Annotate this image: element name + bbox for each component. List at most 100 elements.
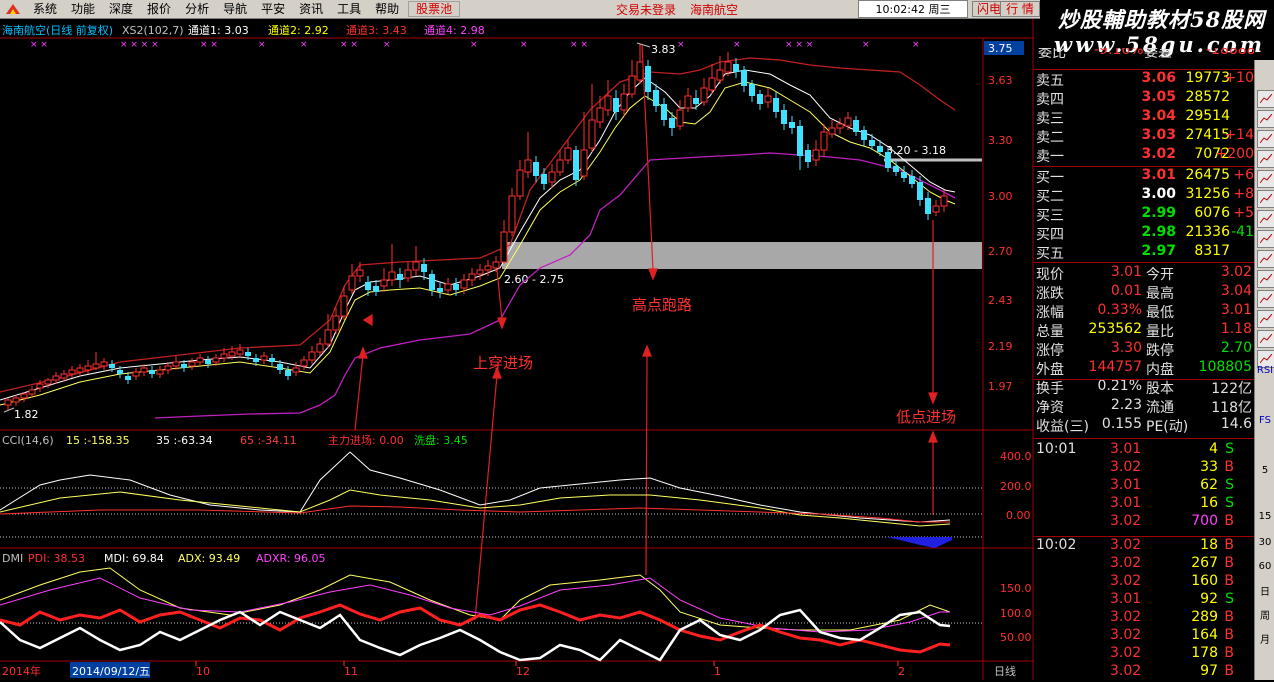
tick-row[interactable]: 3.01 16 S [1034, 495, 1254, 514]
stat-row[interactable]: 现价 3.01 今开 3.02 [1034, 264, 1254, 283]
bid-row[interactable]: 买四 2.98 21336 -41 [1034, 224, 1254, 243]
bid-label: 买五 [1036, 246, 1064, 262]
toolbar-period-button[interactable]: 15 [1257, 508, 1273, 524]
toolbar-chart-icon[interactable] [1257, 130, 1274, 148]
menu-depth[interactable]: 深度 [102, 0, 140, 18]
toolbar-chart-icon[interactable] [1257, 270, 1274, 288]
menu-pingan[interactable]: 平安 [254, 0, 292, 18]
menu-news[interactable]: 资讯 [292, 0, 330, 18]
dmi-adxr: ADXR: 96.05 [256, 552, 326, 565]
toolbar-period-button[interactable]: 月 [1257, 630, 1273, 646]
stat-row[interactable]: 涨停 3.30 跌停 2.70 [1034, 340, 1254, 359]
tick-price: 3.01 [1110, 495, 1142, 511]
candle-body [308, 351, 316, 361]
candle-body [932, 205, 940, 213]
toolbar-chart-icon[interactable] [1257, 290, 1274, 308]
tick-row[interactable]: 3.02 33 B [1034, 459, 1254, 478]
cci-65: 65 :-34.11 [240, 434, 297, 447]
toolbar-chart-icon[interactable] [1257, 90, 1274, 108]
toolbar-chart-icon[interactable] [1257, 330, 1274, 348]
quote-separator [1034, 166, 1254, 167]
tick-row[interactable]: 3.02 178 B [1034, 645, 1254, 664]
stat-row[interactable]: 收益(三) 0.155 PE(动) 14.6 [1034, 416, 1254, 435]
ask-row[interactable]: 卖二 3.03 27415 +14 [1034, 127, 1254, 146]
ask-label: 卖五 [1036, 73, 1064, 89]
bid-row[interactable]: 买一 3.01 26475 +6 [1034, 167, 1254, 186]
ask-volume: 29514 [1185, 108, 1230, 124]
ask-row[interactable]: 卖三 3.04 29514 [1034, 108, 1254, 127]
stat-row[interactable]: 净资 2.23 流通 118亿 [1034, 397, 1254, 416]
candle-body [653, 90, 659, 106]
toolbar-chart-icon[interactable] [1257, 150, 1274, 168]
tick-row[interactable]: 3.01 92 S [1034, 591, 1254, 610]
candle-body [380, 279, 388, 287]
menu-stock-pool[interactable]: 股票池 [408, 1, 461, 17]
cci-15: 15 :-158.35 [66, 434, 130, 447]
candle-body [500, 231, 508, 263]
ask-row[interactable]: 卖五 3.06 19773 +10 [1034, 70, 1254, 89]
toolbar-chart-icon[interactable] [1257, 170, 1274, 188]
time-month: 1 [714, 665, 721, 678]
period-label[interactable]: 日线 [994, 664, 1016, 678]
candle-body [172, 361, 180, 367]
bid-row[interactable]: 买二 3.00 31256 +8 [1034, 186, 1254, 205]
menu-navigate[interactable]: 导航 [216, 0, 254, 18]
stat-value: 3.01 [1220, 302, 1252, 318]
stat-row[interactable]: 涨跌 0.01 最高 3.04 [1034, 283, 1254, 302]
toolbar-chart-icon[interactable] [1257, 230, 1274, 248]
bid-row[interactable]: 买三 2.99 6076 +5 [1034, 205, 1254, 224]
candle-body [492, 261, 500, 269]
candle-body [669, 118, 675, 128]
menu-system[interactable]: 系统 [26, 0, 64, 18]
toolbar-period-button[interactable]: 30 [1257, 534, 1273, 550]
toolbar-chart-icon[interactable] [1257, 250, 1274, 268]
price-tick: 3.30 [988, 134, 1013, 147]
candle-body [828, 127, 836, 135]
price-tick: 2.70 [988, 245, 1013, 258]
bid-row[interactable]: 买五 2.97 8317 [1034, 243, 1254, 262]
toolbar-chart-icon[interactable] [1257, 190, 1274, 208]
app-logo-icon[interactable] [4, 1, 22, 17]
kline-chart[interactable]: 海南航空(日线 前复权) XS2(102,7) 通道1: 3.03 通道2: 2… [0, 19, 1034, 680]
candle-body [164, 365, 172, 371]
menu-quote[interactable]: 报价 [140, 0, 178, 18]
tick-row[interactable]: 3.01 62 S [1034, 477, 1254, 496]
tick-row[interactable]: 10:01 3.01 4 S [1034, 441, 1254, 460]
ask-row[interactable]: 卖一 3.02 7072 +200 [1034, 146, 1254, 165]
stat-row[interactable]: 外盘 144757 内盘 108805 [1034, 359, 1254, 378]
toolbar-chart-icon[interactable] [1257, 110, 1274, 128]
annotation-buy-low: 低点进场 [896, 408, 956, 426]
tick-side: S [1225, 495, 1234, 511]
toolbar-period-button[interactable]: FS [1257, 412, 1273, 428]
tick-row[interactable]: 3.02 164 B [1034, 627, 1254, 646]
stat-row[interactable]: 换手 0.21% 股本 122亿 [1034, 378, 1254, 397]
tick-row[interactable]: 10:02 3.02 18 B [1034, 537, 1254, 556]
toolbar-period-button[interactable]: 周 [1257, 606, 1273, 622]
stat-row[interactable]: 涨幅 0.33% 最低 3.01 [1034, 302, 1254, 321]
ask-row[interactable]: 卖四 3.05 28572 [1034, 89, 1254, 108]
toolbar-period-button[interactable]: RSI [1257, 362, 1273, 378]
tick-row[interactable]: 3.02 97 B [1034, 663, 1254, 682]
menu-tools[interactable]: 工具 [330, 0, 368, 18]
toolbar-chart-icon[interactable] [1257, 310, 1274, 328]
menu-analysis[interactable]: 分析 [178, 0, 216, 18]
bid-label: 买四 [1036, 227, 1064, 243]
candle-body [44, 379, 52, 385]
tick-row[interactable]: 3.02 160 B [1034, 573, 1254, 592]
tick-row[interactable]: 3.02 267 B [1034, 555, 1254, 574]
stat-row[interactable]: 总量 253562 量比 1.18 [1034, 321, 1254, 340]
menu-help[interactable]: 帮助 [368, 0, 406, 18]
ask-label: 卖三 [1036, 111, 1064, 127]
quote-button[interactable]: 行 情 [1000, 1, 1040, 17]
candle-body [917, 182, 923, 200]
toolbar-period-button[interactable]: 60 [1257, 558, 1273, 574]
menu-function[interactable]: 功能 [64, 0, 102, 18]
toolbar-period-button[interactable]: 日 [1257, 582, 1273, 598]
stat-label: PE(动) [1146, 419, 1189, 435]
stat-value: 118亿 [1211, 400, 1252, 416]
toolbar-period-button[interactable]: 5 [1257, 462, 1273, 478]
toolbar-chart-icon[interactable] [1257, 210, 1274, 228]
tick-row[interactable]: 3.02 700 B [1034, 513, 1254, 532]
tick-row[interactable]: 3.02 289 B [1034, 609, 1254, 628]
tick-side: B [1224, 627, 1234, 643]
